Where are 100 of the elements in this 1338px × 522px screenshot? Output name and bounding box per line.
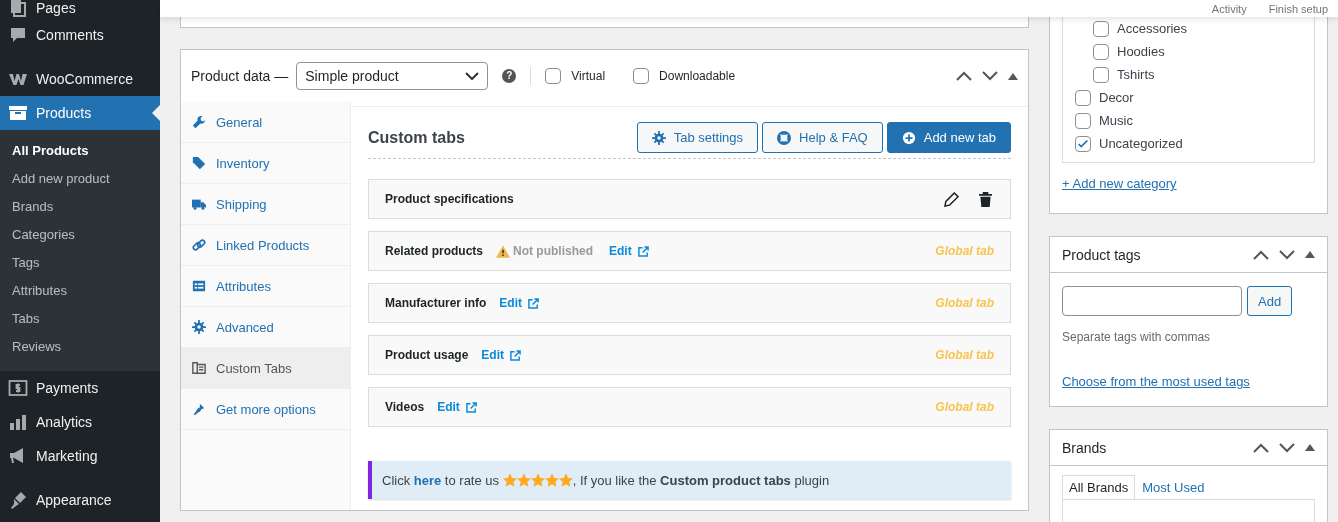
submenu-item[interactable]: Tabs bbox=[0, 305, 160, 333]
wrench-icon bbox=[192, 115, 206, 129]
chevron-down-icon bbox=[465, 72, 480, 80]
external-link-icon[interactable] bbox=[528, 297, 539, 309]
edit-link[interactable]: Edit bbox=[499, 296, 522, 310]
menu-label: Analytics bbox=[36, 414, 93, 430]
star-icon bbox=[516, 472, 531, 487]
list-icon bbox=[192, 279, 206, 293]
star-icon bbox=[544, 472, 559, 487]
pencil-icon[interactable] bbox=[944, 191, 959, 207]
current-menu-pointer-icon bbox=[152, 105, 160, 121]
global-tab-label: Global tab bbox=[935, 348, 994, 362]
panel-title: Brands bbox=[1062, 439, 1107, 456]
submenu-item[interactable]: Categories bbox=[0, 221, 160, 249]
help-icon[interactable]: ? bbox=[502, 69, 517, 83]
sidebar-menu-item[interactable]: Appearance bbox=[0, 483, 160, 517]
submenu-item[interactable]: Reviews bbox=[0, 333, 160, 361]
add-tag-button[interactable]: Add bbox=[1247, 286, 1293, 316]
external-link-icon[interactable] bbox=[465, 401, 477, 413]
global-tab-label: Global tab bbox=[935, 244, 994, 258]
add-category-link[interactable]: + Add new category bbox=[1062, 176, 1177, 191]
product-data-tab[interactable]: Get more options bbox=[181, 389, 350, 430]
move-up-icon[interactable] bbox=[1253, 249, 1269, 260]
add-tab-button[interactable]: Add new tab bbox=[886, 122, 1011, 153]
top-bar-link[interactable]: Finish setup bbox=[1268, 2, 1328, 15]
top-bar-link[interactable]: Activity bbox=[1211, 2, 1247, 15]
move-up-icon[interactable] bbox=[1253, 442, 1269, 453]
edit-link[interactable]: Edit bbox=[437, 400, 460, 414]
menu-label: Pages bbox=[36, 0, 76, 16]
checkbox[interactable] bbox=[545, 68, 562, 84]
move-down-icon[interactable] bbox=[1279, 442, 1295, 453]
sidebar-menu-item[interactable]: Products bbox=[0, 96, 160, 130]
star-icon bbox=[530, 472, 545, 487]
link-icon bbox=[192, 238, 206, 252]
brand-tab[interactable]: Most Used bbox=[1135, 475, 1212, 499]
checkbox[interactable] bbox=[1093, 20, 1109, 37]
star-icon bbox=[558, 472, 573, 487]
sidebar-menu-item[interactable]: Marketing bbox=[0, 439, 160, 473]
plug-icon bbox=[192, 402, 206, 416]
star-icon bbox=[502, 472, 517, 487]
most-used-tags-link[interactable]: Choose from the most used tags bbox=[1062, 374, 1250, 389]
section-title: Custom tabs bbox=[368, 128, 465, 147]
submenu-item[interactable]: Attributes bbox=[0, 277, 160, 305]
product-data-tab[interactable]: Linked Products bbox=[181, 225, 350, 266]
plus-circle-icon bbox=[901, 130, 916, 145]
product-type-select[interactable]: Simple product bbox=[296, 62, 489, 90]
checkbox[interactable] bbox=[1075, 89, 1091, 106]
toolbar-button[interactable]: Tab settings bbox=[636, 122, 759, 153]
external-link-icon[interactable] bbox=[637, 245, 649, 257]
category-label: Music bbox=[1099, 113, 1133, 128]
checkbox[interactable] bbox=[1093, 66, 1109, 83]
truck-icon bbox=[192, 197, 206, 211]
checkbox[interactable] bbox=[1075, 135, 1091, 152]
tab-name: Videos bbox=[385, 400, 425, 414]
checkbox[interactable] bbox=[1075, 112, 1091, 129]
trash-icon[interactable] bbox=[979, 191, 992, 207]
checkbox[interactable] bbox=[633, 68, 650, 84]
menu-label: Payments bbox=[36, 380, 99, 396]
tab-name: Product specifications bbox=[385, 192, 514, 206]
menu-label: Products bbox=[36, 105, 92, 121]
sidebar-menu-item[interactable]: WooCommerce bbox=[0, 62, 160, 96]
collapse-toggle-icon[interactable] bbox=[1305, 444, 1315, 451]
move-down-icon[interactable] bbox=[982, 71, 998, 81]
brand-tab[interactable]: All Brands bbox=[1062, 475, 1136, 499]
checkbox[interactable] bbox=[1093, 43, 1109, 60]
submenu-item[interactable]: Add new product bbox=[0, 165, 160, 193]
product-data-tab[interactable]: Attributes bbox=[181, 266, 350, 307]
external-link-icon[interactable] bbox=[510, 349, 522, 361]
sidebar-menu-item[interactable]: Analytics bbox=[0, 405, 160, 439]
sidebar-menu-item[interactable]: Payments bbox=[0, 371, 160, 405]
category-label: Hoodies bbox=[1117, 44, 1165, 59]
gear-icon bbox=[651, 130, 666, 145]
global-tab-label: Global tab bbox=[935, 400, 994, 414]
comments-icon bbox=[8, 25, 28, 45]
analytics-icon bbox=[8, 412, 28, 432]
sidebar-menu-item[interactable]: Pages bbox=[0, 0, 160, 18]
edit-link[interactable]: Edit bbox=[481, 348, 505, 362]
menu-label: WooCommerce bbox=[36, 71, 133, 87]
submenu-item[interactable]: All Products bbox=[0, 137, 160, 165]
menu-label: Comments bbox=[36, 27, 104, 43]
submenu-item[interactable]: Brands bbox=[0, 193, 160, 221]
status-text: Not published bbox=[513, 244, 593, 258]
collapse-toggle-icon[interactable] bbox=[1008, 72, 1018, 80]
category-label: Uncategorized bbox=[1099, 136, 1183, 151]
product-data-tab[interactable]: General bbox=[181, 102, 350, 143]
tag-input-field[interactable] bbox=[1062, 286, 1242, 316]
product-data-tab[interactable]: Custom Tabs bbox=[181, 348, 350, 389]
tag-icon bbox=[192, 156, 206, 170]
collapse-toggle-icon[interactable] bbox=[1305, 251, 1315, 258]
gear-icon bbox=[192, 320, 206, 334]
sidebar-menu-item[interactable]: Comments bbox=[0, 18, 160, 52]
product-data-tab[interactable]: Shipping bbox=[181, 184, 350, 225]
edit-link[interactable]: Edit bbox=[609, 244, 632, 258]
toolbar-button[interactable]: Help & FAQ bbox=[762, 122, 883, 153]
move-up-icon[interactable] bbox=[956, 71, 972, 81]
submenu-item[interactable]: Tags bbox=[0, 249, 160, 277]
move-down-icon[interactable] bbox=[1279, 249, 1295, 260]
rate-link[interactable]: here bbox=[413, 472, 442, 488]
product-data-tab[interactable]: Inventory bbox=[181, 143, 350, 184]
hint-text: Separate tags with commas bbox=[1062, 330, 1212, 344]
